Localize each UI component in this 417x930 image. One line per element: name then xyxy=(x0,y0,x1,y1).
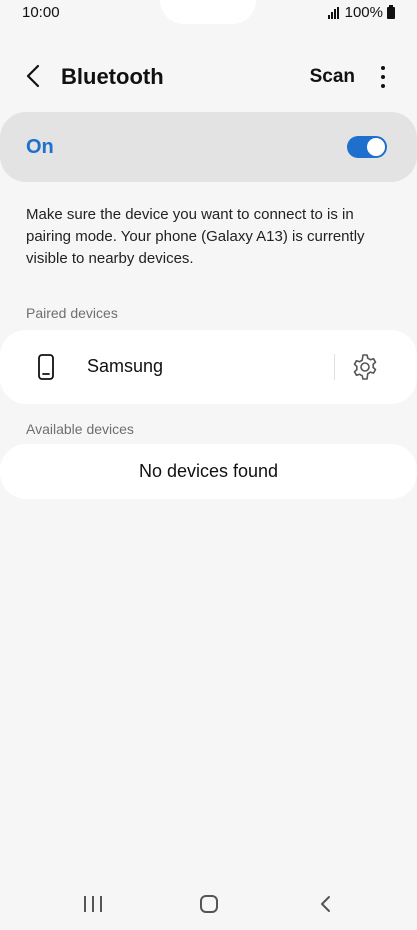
status-icons: 100% xyxy=(327,4,395,21)
status-bar: 10:00 100% xyxy=(0,0,417,28)
paired-devices-header: Paired devices xyxy=(26,305,118,321)
status-time: 10:00 xyxy=(22,4,60,21)
gear-icon[interactable] xyxy=(350,352,380,382)
recents-icon[interactable] xyxy=(84,896,102,912)
back-icon[interactable] xyxy=(316,894,336,914)
page-title: Bluetooth xyxy=(61,64,164,89)
device-name: Samsung xyxy=(87,356,164,376)
navigation-bar xyxy=(0,884,417,924)
bluetooth-master-switch[interactable]: On xyxy=(0,112,417,182)
app-bar: Bluetooth Scan xyxy=(0,48,417,106)
divider xyxy=(334,354,335,380)
more-options-icon[interactable] xyxy=(375,66,391,88)
bluetooth-toggle[interactable] xyxy=(347,136,387,158)
back-arrow-icon[interactable] xyxy=(20,62,48,90)
phone-icon xyxy=(38,354,54,380)
home-icon[interactable] xyxy=(200,895,218,913)
switch-state-label: On xyxy=(26,136,54,158)
battery-icon xyxy=(387,4,395,19)
available-devices-header: Available devices xyxy=(26,421,134,437)
available-devices-list: No devices found xyxy=(0,444,417,499)
scan-button[interactable]: Scan xyxy=(310,66,355,88)
list-item-samsung[interactable]: Samsung xyxy=(0,330,334,404)
battery-percent: 100% xyxy=(344,4,383,21)
paired-devices-list: Samsung xyxy=(0,330,417,404)
visibility-description: Make sure the device you want to connect… xyxy=(26,206,365,267)
empty-state-text: No devices found xyxy=(138,461,279,481)
camera-notch xyxy=(160,0,256,24)
signal-icon xyxy=(327,6,339,19)
toggle-knob xyxy=(366,137,386,157)
